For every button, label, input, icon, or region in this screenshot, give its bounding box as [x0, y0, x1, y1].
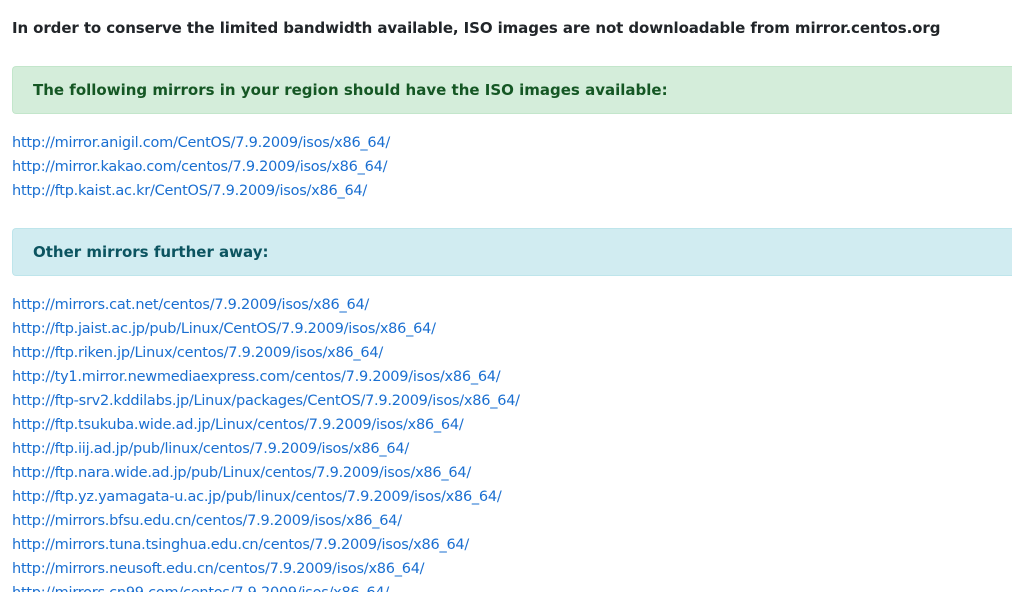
mirror-list-item: http://ftp.jaist.ac.jp/pub/Linux/CentOS/… — [12, 317, 520, 341]
mirror-list-item: http://ftp.tsukuba.wide.ad.jp/Linux/cent… — [12, 413, 520, 437]
mirror-link[interactable]: http://ftp.kaist.ac.kr/CentOS/7.9.2009/i… — [12, 183, 367, 199]
mirror-list-item: http://ftp.iij.ad.jp/pub/linux/centos/7.… — [12, 437, 520, 461]
far-mirrors-alert: Other mirrors further away: — [12, 228, 1012, 276]
mirror-list-item: http://ftp.kaist.ac.kr/CentOS/7.9.2009/i… — [12, 179, 390, 203]
mirror-list-item: http://ftp.riken.jp/Linux/centos/7.9.200… — [12, 341, 520, 365]
mirror-list-item: http://mirrors.neusoft.edu.cn/centos/7.9… — [12, 557, 520, 581]
mirror-list-item: http://mirrors.cn99.com/centos/7.9.2009/… — [12, 581, 520, 592]
near-mirrors-heading: The following mirrors in your region sho… — [33, 81, 668, 99]
mirror-link[interactable]: http://mirrors.cat.net/centos/7.9.2009/i… — [12, 297, 369, 313]
mirror-link[interactable]: http://ftp.nara.wide.ad.jp/pub/Linux/cen… — [12, 465, 471, 481]
mirror-link[interactable]: http://mirrors.cn99.com/centos/7.9.2009/… — [12, 585, 389, 592]
mirror-link[interactable]: http://ftp.riken.jp/Linux/centos/7.9.200… — [12, 345, 383, 361]
mirror-link[interactable]: http://mirrors.neusoft.edu.cn/centos/7.9… — [12, 561, 425, 577]
mirror-list-item: http://mirror.anigil.com/CentOS/7.9.2009… — [12, 131, 390, 155]
far-mirrors-list: http://mirrors.cat.net/centos/7.9.2009/i… — [12, 293, 520, 592]
mirror-link[interactable]: http://ftp.jaist.ac.jp/pub/Linux/CentOS/… — [12, 321, 436, 337]
mirror-list-item: http://mirror.kakao.com/centos/7.9.2009/… — [12, 155, 390, 179]
mirror-list-item: http://ty1.mirror.newmediaexpress.com/ce… — [12, 365, 520, 389]
mirror-link[interactable]: http://ty1.mirror.newmediaexpress.com/ce… — [12, 369, 501, 385]
mirror-list-item: http://mirrors.bfsu.edu.cn/centos/7.9.20… — [12, 509, 520, 533]
mirror-link[interactable]: http://mirror.anigil.com/CentOS/7.9.2009… — [12, 135, 390, 151]
mirror-link[interactable]: http://mirror.kakao.com/centos/7.9.2009/… — [12, 159, 387, 175]
near-mirrors-list: http://mirror.anigil.com/CentOS/7.9.2009… — [12, 131, 390, 203]
mirror-link[interactable]: http://mirrors.bfsu.edu.cn/centos/7.9.20… — [12, 513, 402, 529]
mirror-link[interactable]: http://ftp.iij.ad.jp/pub/linux/centos/7.… — [12, 441, 409, 457]
mirror-list-item: http://ftp-srv2.kddilabs.jp/Linux/packag… — [12, 389, 520, 413]
mirror-list-item: http://mirrors.cat.net/centos/7.9.2009/i… — [12, 293, 520, 317]
mirror-list-item: http://mirrors.tuna.tsinghua.edu.cn/cent… — [12, 533, 520, 557]
bandwidth-notice: In order to conserve the limited bandwid… — [12, 19, 941, 37]
near-mirrors-alert: The following mirrors in your region sho… — [12, 66, 1012, 114]
mirror-link[interactable]: http://ftp.tsukuba.wide.ad.jp/Linux/cent… — [12, 417, 464, 433]
mirror-link[interactable]: http://mirrors.tuna.tsinghua.edu.cn/cent… — [12, 537, 469, 553]
mirror-list-item: http://ftp.yz.yamagata-u.ac.jp/pub/linux… — [12, 485, 520, 509]
mirror-list-item: http://ftp.nara.wide.ad.jp/pub/Linux/cen… — [12, 461, 520, 485]
mirror-link[interactable]: http://ftp.yz.yamagata-u.ac.jp/pub/linux… — [12, 489, 502, 505]
mirror-link[interactable]: http://ftp-srv2.kddilabs.jp/Linux/packag… — [12, 393, 520, 409]
far-mirrors-heading: Other mirrors further away: — [33, 243, 269, 261]
